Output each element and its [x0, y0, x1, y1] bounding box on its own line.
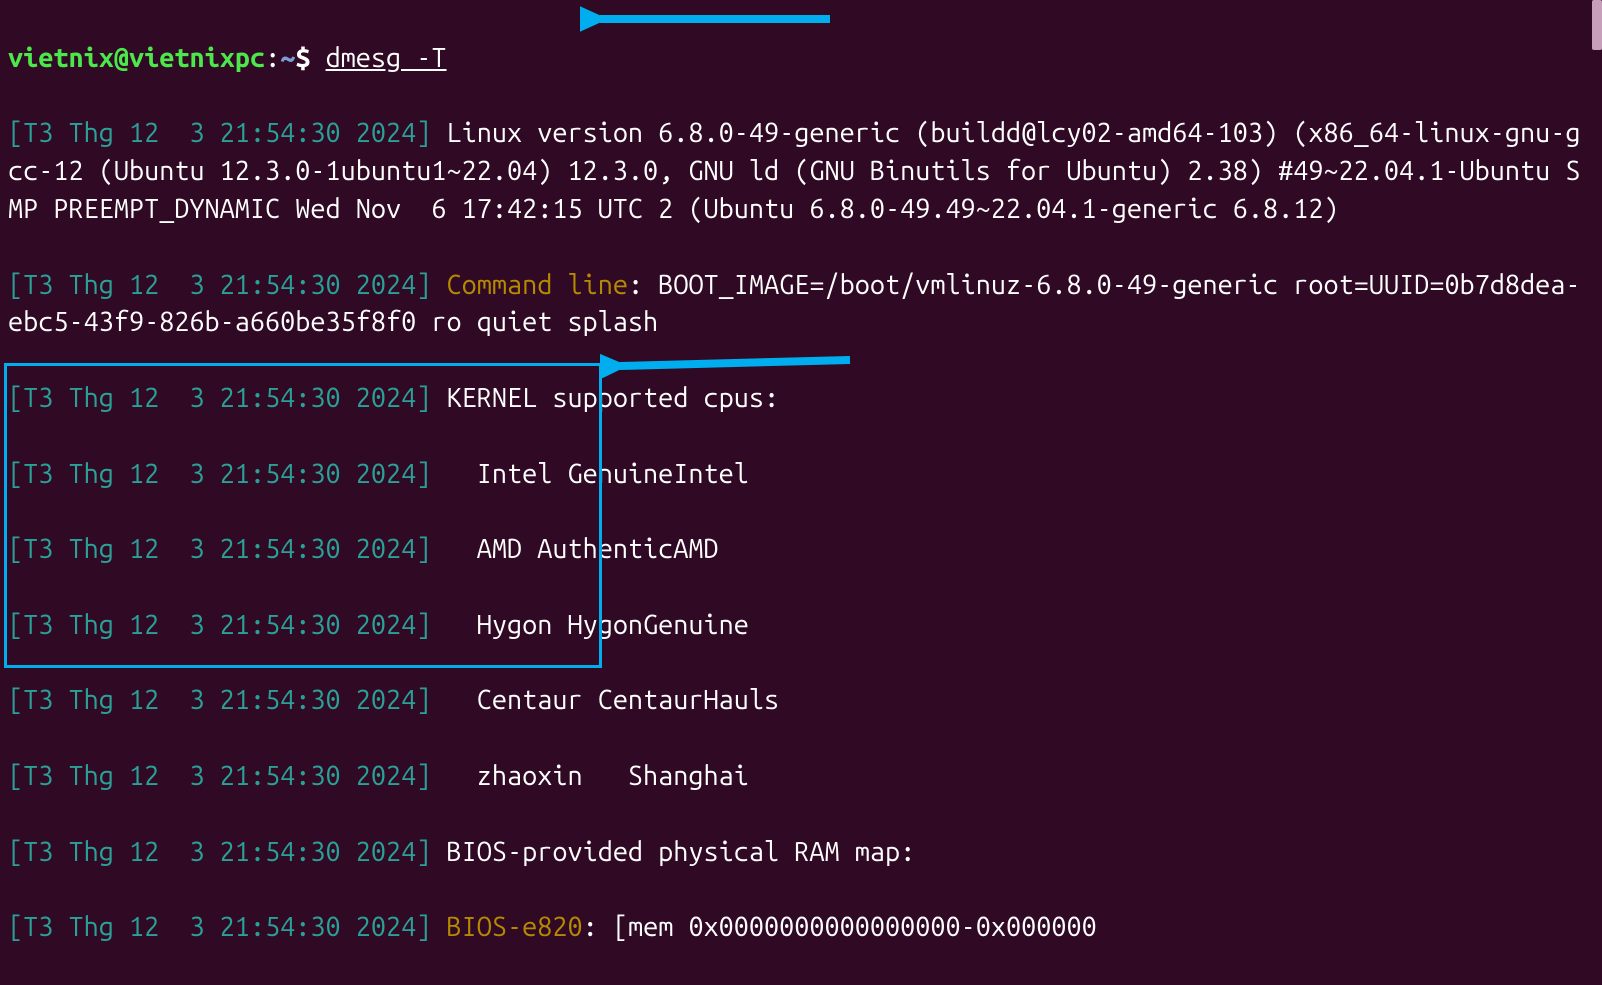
cmdline-label: Command line [447, 270, 628, 300]
prompt-at: @ [114, 43, 129, 73]
command-text: dmesg -T [326, 43, 447, 73]
terminal-output[interactable]: vietnix@vietnixpc:~$ dmesg -T [T3 Thg 12… [8, 2, 1594, 985]
line6-text: Hygon HygonGenuine [431, 610, 749, 640]
cmdline-colon: : [628, 270, 658, 300]
output-line-2: [T3 Thg 12 3 21:54:30 2024] Command line… [8, 267, 1594, 343]
timestamp: [T3 Thg 12 3 21:54:30 2024] [8, 685, 431, 715]
output-line-5: [T3 Thg 12 3 21:54:30 2024] AMD Authenti… [8, 531, 1594, 569]
prompt-dollar: $ [295, 43, 325, 73]
line9-text: BIOS-provided physical RAM map: [431, 837, 915, 867]
prompt-path: ~ [280, 43, 295, 73]
output-line-1: [T3 Thg 12 3 21:54:30 2024] Linux versio… [8, 115, 1594, 228]
output-line-4: [T3 Thg 12 3 21:54:30 2024] Intel Genuin… [8, 456, 1594, 494]
timestamp: [T3 Thg 12 3 21:54:30 2024] [8, 912, 431, 942]
line8-text: zhaoxin Shanghai [431, 761, 749, 791]
line4-text: Intel GenuineIntel [431, 459, 749, 489]
line3-text: KERNEL supported cpus: [431, 383, 779, 413]
prompt-colon: : [265, 43, 280, 73]
output-line-8: [T3 Thg 12 3 21:54:30 2024] zhaoxin Shan… [8, 758, 1594, 796]
output-line-6: [T3 Thg 12 3 21:54:30 2024] Hygon HygonG… [8, 607, 1594, 645]
timestamp: [T3 Thg 12 3 21:54:30 2024] [8, 761, 431, 791]
timestamp: [T3 Thg 12 3 21:54:30 2024] [8, 270, 431, 300]
line7-text: Centaur CentaurHauls [431, 685, 779, 715]
timestamp: [T3 Thg 12 3 21:54:30 2024] [8, 118, 431, 148]
output-line-9: [T3 Thg 12 3 21:54:30 2024] BIOS-provide… [8, 834, 1594, 872]
timestamp: [T3 Thg 12 3 21:54:30 2024] [8, 383, 431, 413]
prompt-user: vietnix [8, 43, 114, 73]
output-line-10: [T3 Thg 12 3 21:54:30 2024] BIOS-e820: [… [8, 909, 1594, 947]
bios-label: BIOS-e820 [447, 912, 583, 942]
bios-colon: : [583, 912, 613, 942]
timestamp: [T3 Thg 12 3 21:54:30 2024] [8, 534, 431, 564]
prompt-line: vietnix@vietnixpc:~$ dmesg -T [8, 40, 1594, 78]
bios-text: [mem 0x0000000000000000-0x000000 [613, 912, 1097, 942]
timestamp: [T3 Thg 12 3 21:54:30 2024] [8, 610, 431, 640]
timestamp: [T3 Thg 12 3 21:54:30 2024] [8, 837, 431, 867]
prompt-host: vietnixpc [129, 43, 265, 73]
output-line-7: [T3 Thg 12 3 21:54:30 2024] Centaur Cent… [8, 682, 1594, 720]
output-line-3: [T3 Thg 12 3 21:54:30 2024] KERNEL suppo… [8, 380, 1594, 418]
line5-text: AMD AuthenticAMD [431, 534, 718, 564]
timestamp: [T3 Thg 12 3 21:54:30 2024] [8, 459, 431, 489]
scrollbar-thumb[interactable] [1592, 0, 1602, 50]
